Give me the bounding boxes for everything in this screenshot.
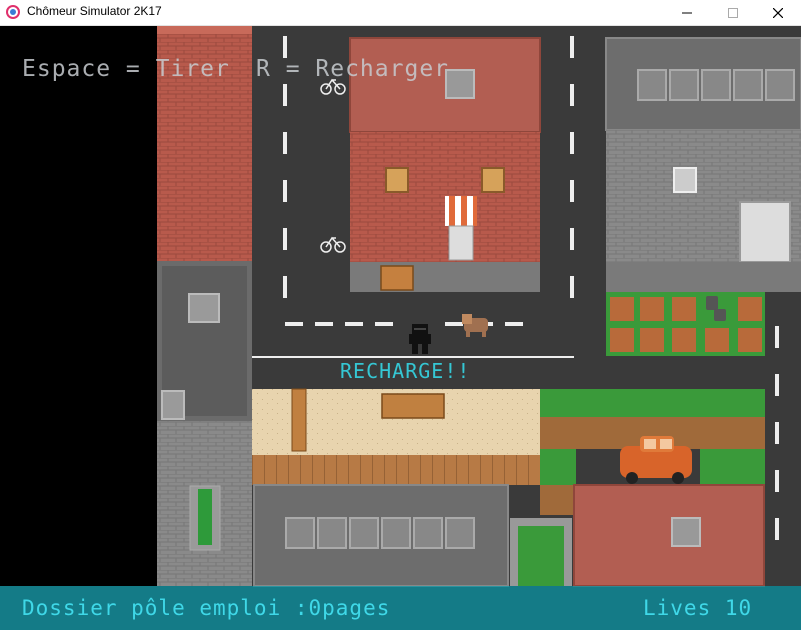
minimize-icon — [682, 12, 692, 13]
maximize-icon — [728, 7, 738, 18]
glass-door — [739, 201, 791, 263]
green-sign-icon — [198, 489, 212, 545]
dossier-counter: Dossier pôle emploi :0pages — [22, 596, 391, 620]
app-logo-icon — [6, 5, 20, 19]
window-icon — [481, 167, 505, 193]
void-area — [0, 26, 157, 586]
title-bar: Chômeur Simulator 2K17 — [0, 0, 801, 26]
wooden-fence — [252, 455, 540, 485]
vent-icon — [161, 390, 185, 420]
shoot-hint: Espace = Tirer — [22, 56, 230, 82]
maximize-button[interactable] — [710, 0, 756, 25]
ac-unit-icon — [188, 293, 220, 323]
close-button[interactable] — [755, 0, 801, 25]
window-title: Chômeur Simulator 2K17 — [27, 4, 162, 18]
skylights — [637, 69, 795, 101]
house-door — [448, 225, 474, 261]
sidewalk-center — [350, 262, 540, 292]
minimize-button[interactable] — [664, 0, 710, 25]
window-icon — [673, 167, 697, 193]
chimney-icon — [671, 517, 701, 547]
crate-icon — [380, 265, 414, 291]
reload-hint: R = Recharger — [256, 56, 450, 82]
window-icon — [385, 167, 409, 193]
house-roof-bottom — [573, 484, 765, 587]
bench-icon — [381, 393, 445, 419]
close-icon — [773, 7, 783, 18]
status-message: RECHARGE!! — [340, 359, 471, 383]
lives-counter: Lives 10 — [643, 596, 753, 620]
game-viewport[interactable]: Espace = Tirer R = Recharger RECHARGE!! … — [0, 26, 801, 630]
chimney-icon — [445, 69, 475, 99]
bench-icon — [291, 388, 307, 452]
game-map — [0, 26, 801, 587]
